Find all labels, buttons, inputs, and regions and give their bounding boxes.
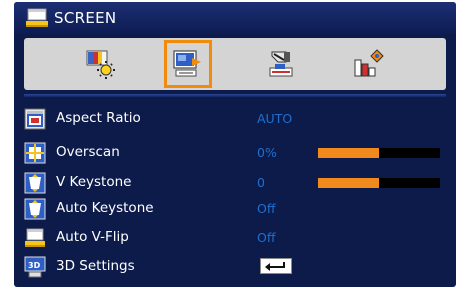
overscan-slider[interactable] xyxy=(318,148,440,158)
screen-settings-icon xyxy=(173,50,201,77)
v-keystone-slider-fill xyxy=(318,178,379,188)
auto-keystone-value: Off xyxy=(257,201,276,216)
aspect-ratio-icon xyxy=(24,108,46,130)
tab-options[interactable] xyxy=(344,40,392,88)
v-keystone-slider[interactable] xyxy=(318,178,440,188)
overscan-label: Overscan xyxy=(56,144,120,160)
list-item-v-keystone[interactable]: V Keystone 0 xyxy=(22,170,448,196)
tab-screen[interactable] xyxy=(164,40,212,88)
list-item-aspect-ratio[interactable]: Aspect Ratio AUTO xyxy=(22,106,448,132)
aspect-ratio-value: AUTO xyxy=(257,111,293,126)
enter-key-icon xyxy=(265,262,285,271)
options-icon xyxy=(354,49,384,77)
auto-v-flip-value: Off xyxy=(257,230,276,245)
divider xyxy=(24,94,446,97)
setting-tools-icon xyxy=(269,51,293,77)
3d-settings-label: 3D Settings xyxy=(56,258,135,274)
menu-tabs xyxy=(24,38,446,90)
list-item-overscan[interactable]: Overscan 0% xyxy=(22,140,448,166)
v-keystone-value: 0 xyxy=(257,175,265,190)
aspect-ratio-label: Aspect Ratio xyxy=(56,110,141,126)
auto-v-flip-label: Auto V-Flip xyxy=(56,229,129,245)
menu-title: SCREEN xyxy=(54,9,117,27)
settings-list: Aspect Ratio AUTO Overscan 0% V Keystone… xyxy=(22,100,448,280)
3d-settings-icon: 3D xyxy=(24,256,46,278)
v-keystone-label: V Keystone xyxy=(56,174,132,190)
tab-setting[interactable] xyxy=(256,40,304,88)
svg-text:3D: 3D xyxy=(28,261,41,270)
overscan-value: 0% xyxy=(257,145,277,160)
enter-key-button[interactable] xyxy=(260,258,292,274)
overscan-slider-fill xyxy=(318,148,379,158)
list-item-auto-keystone[interactable]: Auto Keystone Off xyxy=(22,196,448,222)
list-item-auto-v-flip[interactable]: Auto V-Flip Off xyxy=(22,225,448,251)
auto-keystone-icon xyxy=(24,198,46,220)
v-keystone-icon xyxy=(24,172,46,194)
auto-keystone-label: Auto Keystone xyxy=(56,200,154,216)
overscan-icon xyxy=(24,142,46,164)
screen-menu-icon xyxy=(26,8,48,28)
auto-v-flip-icon xyxy=(24,227,46,249)
image-settings-icon xyxy=(86,50,115,79)
tab-image[interactable] xyxy=(76,40,124,88)
osd-menu: SCREEN Aspect Ratio AUTO Overscan 0% V K… xyxy=(14,2,456,287)
list-item-3d-settings[interactable]: 3D 3D Settings xyxy=(22,254,448,280)
title-bar: SCREEN xyxy=(14,2,456,34)
